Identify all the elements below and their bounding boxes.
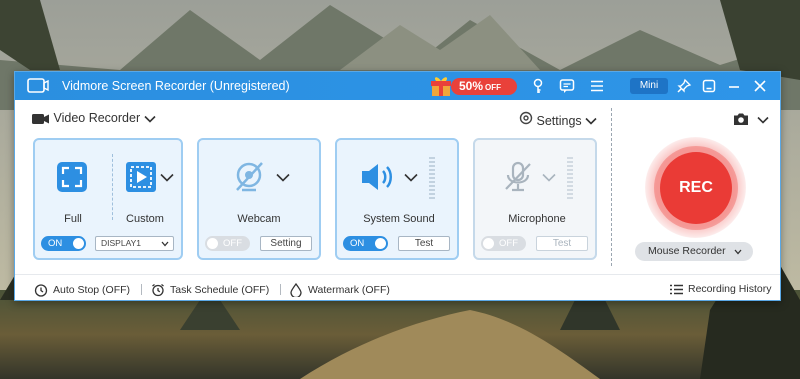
chevron-down-icon[interactable] — [542, 173, 556, 182]
chevron-down-icon[interactable] — [404, 173, 418, 182]
toggle-knob — [483, 238, 494, 249]
system-sound-label: System Sound — [363, 213, 435, 225]
mini-mode-button[interactable]: Mini — [630, 78, 668, 94]
mouse-recorder-dropdown[interactable]: Mouse Recorder — [635, 242, 753, 261]
custom-label: Custom — [126, 213, 164, 225]
webcam-setting-button[interactable]: Setting — [260, 236, 312, 251]
display-toggle-label: ON — [48, 238, 63, 249]
recording-history-label: Recording History — [688, 283, 772, 295]
discount-suffix: OFF — [485, 83, 502, 92]
discount-badge[interactable]: 50% OFF — [451, 78, 517, 95]
auto-stop-label: Auto Stop (OFF) — [53, 283, 131, 296]
toggle-knob — [73, 238, 84, 249]
microphone-toggle[interactable]: OFF — [481, 236, 526, 251]
restore-icon[interactable] — [701, 78, 717, 94]
chevron-down-icon — [161, 241, 169, 247]
promo-offer[interactable]: 50% OFF — [429, 74, 541, 98]
minimize-icon[interactable] — [726, 78, 742, 94]
menu-icon[interactable] — [589, 78, 605, 94]
full-label: Full — [64, 213, 82, 225]
chevron-down-icon — [585, 117, 597, 125]
microphone-toggle-label: OFF — [499, 238, 518, 249]
app-title: Vidmore Screen Recorder (Unregistered) — [62, 79, 290, 93]
system-sound-toggle[interactable]: ON — [343, 236, 388, 251]
speaker-icon[interactable] — [359, 160, 399, 194]
camera-icon[interactable] — [733, 112, 749, 126]
fullscreen-icon[interactable] — [54, 159, 90, 195]
custom-region-icon[interactable] — [123, 159, 159, 195]
volume-level-meter — [429, 157, 435, 199]
display-toggle[interactable]: ON — [41, 236, 86, 251]
webcam-toggle[interactable]: OFF — [205, 236, 250, 251]
video-camera-icon — [32, 113, 49, 124]
system-sound-toggle-label: ON — [350, 238, 365, 249]
close-icon[interactable] — [752, 78, 768, 94]
app-window: Vidmore Screen Recorder (Unregistered) 5… — [14, 71, 781, 301]
chat-bubble-icon[interactable] — [559, 78, 575, 94]
toggle-knob — [207, 238, 218, 249]
microphone-label: Microphone — [508, 213, 566, 225]
bottom-bar: Auto Stop (OFF) Task Schedule (OFF) Wate… — [15, 274, 780, 300]
discount-text: 50% — [459, 79, 484, 93]
recorder-mode-dropdown[interactable]: Video Recorder — [32, 111, 156, 125]
auto-stop-button[interactable]: Auto Stop (OFF) — [34, 283, 130, 297]
title-bar: Vidmore Screen Recorder (Unregistered) 5… — [15, 72, 780, 100]
watermark-label: Watermark (OFF) — [308, 283, 390, 296]
display-panel: Full Custom ON DISPLAY1 — [33, 138, 183, 260]
section-divider — [611, 108, 612, 266]
settings-dropdown[interactable]: Settings — [519, 111, 597, 128]
chevron-down-icon[interactable] — [276, 173, 290, 182]
recording-history-button[interactable]: Recording History — [670, 283, 771, 295]
system-sound-test-button[interactable]: Test — [398, 236, 450, 251]
bottom-separator — [141, 284, 142, 295]
display-select-value: DISPLAY1 — [101, 238, 142, 248]
microphone-panel: Microphone OFF Test — [473, 138, 597, 260]
system-sound-panel: System Sound ON Test — [335, 138, 459, 260]
webcam-toggle-label: OFF — [223, 238, 242, 249]
gear-icon — [519, 111, 533, 125]
chevron-down-icon — [144, 115, 156, 123]
mouse-recorder-label: Mouse Recorder — [648, 245, 726, 257]
watermark-button[interactable]: Watermark (OFF) — [289, 282, 390, 299]
webcam-label: Webcam — [237, 213, 281, 225]
toggle-knob — [375, 238, 386, 249]
webcam-off-icon[interactable] — [233, 160, 267, 194]
water-drop-icon — [290, 282, 302, 299]
pin-icon[interactable] — [676, 78, 692, 94]
microphone-test-button[interactable]: Test — [536, 236, 588, 251]
alarm-clock-icon — [152, 283, 164, 297]
chevron-down-icon — [734, 249, 742, 255]
bottom-separator — [280, 284, 281, 295]
chevron-down-icon[interactable] — [160, 173, 174, 182]
display-select[interactable]: DISPLAY1 — [95, 236, 174, 251]
microphone-off-icon[interactable] — [501, 160, 535, 194]
list-icon — [670, 284, 683, 294]
task-schedule-button[interactable]: Task Schedule (OFF) — [151, 283, 269, 297]
webcam-panel: Webcam OFF Setting — [197, 138, 321, 260]
task-schedule-label: Task Schedule (OFF) — [170, 283, 270, 296]
settings-label: Settings — [536, 114, 582, 128]
screen-recorder-logo-icon — [27, 78, 49, 93]
mode-toolbar: Video Recorder Settings — [15, 100, 611, 130]
mic-level-meter — [567, 157, 573, 199]
key-icon[interactable] — [530, 78, 546, 94]
recorder-mode-label: Video Recorder — [53, 111, 141, 125]
panel-divider — [112, 154, 113, 220]
clock-icon — [34, 284, 48, 297]
rec-button[interactable]: REC — [660, 152, 732, 224]
chevron-down-icon[interactable] — [757, 116, 769, 124]
